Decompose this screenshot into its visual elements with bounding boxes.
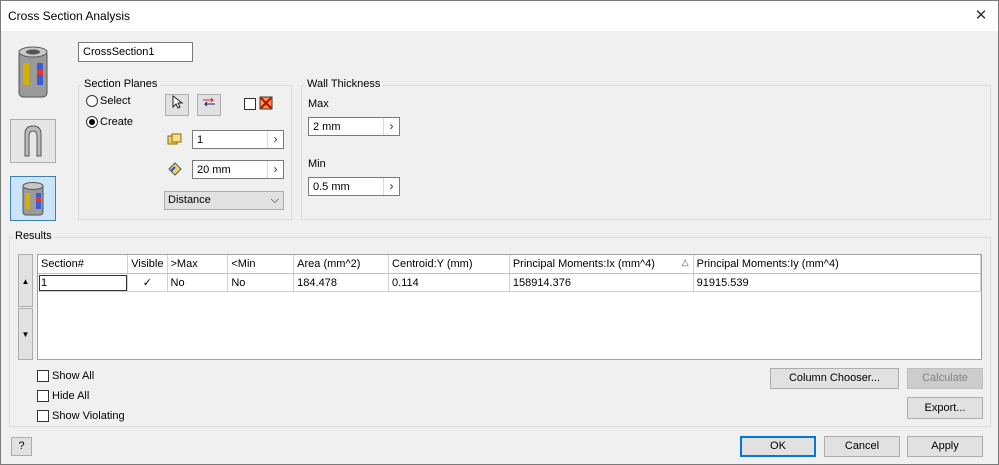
select-radio-label: Select [100, 95, 131, 107]
apply-button[interactable]: Apply [907, 436, 983, 457]
flip-arrows-icon [203, 97, 215, 107]
chevron-right-icon[interactable]: › [383, 178, 399, 195]
table-header-row: Section# Visible >Max <Min Area (mm^2) C… [38, 255, 981, 274]
cell-area: 184.478 [293, 273, 390, 292]
results-table-container: Section# Visible >Max <Min Area (mm^2) C… [37, 254, 982, 360]
wall-thickness-group [301, 85, 991, 220]
col-area[interactable]: Area (mm^2) [293, 255, 390, 274]
plane-count-value: 1 [197, 134, 204, 146]
window-title: Cross Section Analysis [8, 9, 131, 23]
part-preview-icon [10, 43, 56, 103]
column-chooser-button[interactable]: Column Chooser... [770, 368, 899, 389]
col-max[interactable]: >Max [167, 255, 229, 274]
max-thickness-field[interactable]: 2 mm › [308, 117, 400, 136]
chevron-right-icon[interactable]: › [267, 161, 283, 178]
max-label: Max [308, 98, 329, 110]
min-thickness-value: 0.5 mm [313, 181, 350, 193]
cell-min: No [227, 273, 295, 292]
section-name-field[interactable]: CrossSection1 [78, 42, 193, 62]
show-all-checkbox[interactable] [37, 370, 49, 382]
section-view-button[interactable] [10, 119, 56, 163]
plane-count-icon [167, 132, 183, 149]
hide-all-label: Hide All [52, 390, 90, 402]
chevron-right-icon[interactable]: › [383, 118, 399, 135]
export-button[interactable]: Export... [907, 397, 983, 419]
select-pointer-button[interactable] [165, 94, 189, 116]
col-iy[interactable]: Principal Moments:Iy (mm^4) [693, 255, 981, 274]
dialog-window: Cross Section Analysis ✕ CrossSection1 S… [0, 0, 999, 465]
move-up-button[interactable]: ▲ [18, 254, 33, 307]
arrow-up-icon: ▲ [21, 277, 30, 286]
show-all-label: Show All [52, 370, 95, 382]
arrow-down-icon: ▼ [21, 330, 30, 339]
pointer-icon [172, 94, 184, 109]
cell-centroid-y: 0.114 [388, 273, 510, 292]
plane-distance-icon [167, 162, 183, 179]
show-violating-checkbox[interactable] [37, 410, 49, 422]
plane-distance-field[interactable]: 20 mm › [192, 160, 284, 179]
section-planes-label: Section Planes [81, 78, 161, 90]
clear-planes-icon[interactable] [259, 96, 273, 113]
planes-toggle-checkbox[interactable] [244, 98, 256, 110]
results-label: Results [12, 230, 55, 242]
show-violating-label: Show Violating [52, 410, 125, 422]
wall-thickness-label: Wall Thickness [304, 78, 384, 90]
hide-all-checkbox[interactable] [37, 390, 49, 402]
title-bar: Cross Section Analysis ✕ [1, 1, 998, 31]
move-down-button[interactable]: ▼ [18, 308, 33, 360]
col-ix-label: Principal Moments:Ix (mm^4) [512, 258, 655, 270]
col-centroid-y[interactable]: Centroid:Y (mm) [388, 255, 510, 274]
results-table: Section# Visible >Max <Min Area (mm^2) C… [38, 255, 981, 292]
plane-distance-value: 20 mm [197, 164, 231, 176]
col-visible[interactable]: Visible [127, 255, 168, 274]
analysis-view-button[interactable] [10, 176, 56, 221]
flip-direction-button[interactable] [197, 94, 221, 116]
help-button[interactable]: ? [11, 437, 32, 456]
sort-indicator-icon: △ [681, 257, 689, 267]
create-radio[interactable] [86, 116, 98, 128]
cell-iy: 91915.539 [693, 273, 981, 292]
plane-mode-select[interactable]: Distance ⌵ [164, 191, 284, 210]
col-ix[interactable]: Principal Moments:Ix (mm^4) △ [509, 255, 694, 274]
cancel-button[interactable]: Cancel [824, 436, 900, 457]
cell-max: No [167, 273, 229, 292]
create-radio-label: Create [100, 116, 134, 128]
max-thickness-value: 2 mm [313, 121, 341, 133]
col-min[interactable]: <Min [227, 255, 295, 274]
chevron-down-icon: ⌵ [270, 194, 279, 206]
table-row[interactable]: 1 ✓ No No 184.478 0.114 158914.376 91915… [38, 273, 981, 292]
help-icon: ? [18, 440, 25, 452]
cell-ix: 158914.376 [509, 273, 694, 292]
chevron-right-icon[interactable]: › [267, 131, 283, 148]
min-label: Min [308, 158, 326, 170]
cell-visible[interactable]: ✓ [127, 273, 168, 292]
close-icon[interactable]: ✕ [969, 5, 993, 27]
plane-mode-value: Distance [168, 194, 211, 206]
calculate-button[interactable]: Calculate [907, 368, 983, 389]
col-section[interactable]: Section# [38, 255, 129, 274]
cell-section[interactable]: 1 [38, 273, 129, 292]
select-radio[interactable] [86, 95, 98, 107]
ok-button[interactable]: OK [740, 436, 816, 457]
plane-count-field[interactable]: 1 › [192, 130, 284, 149]
min-thickness-field[interactable]: 0.5 mm › [308, 177, 400, 196]
